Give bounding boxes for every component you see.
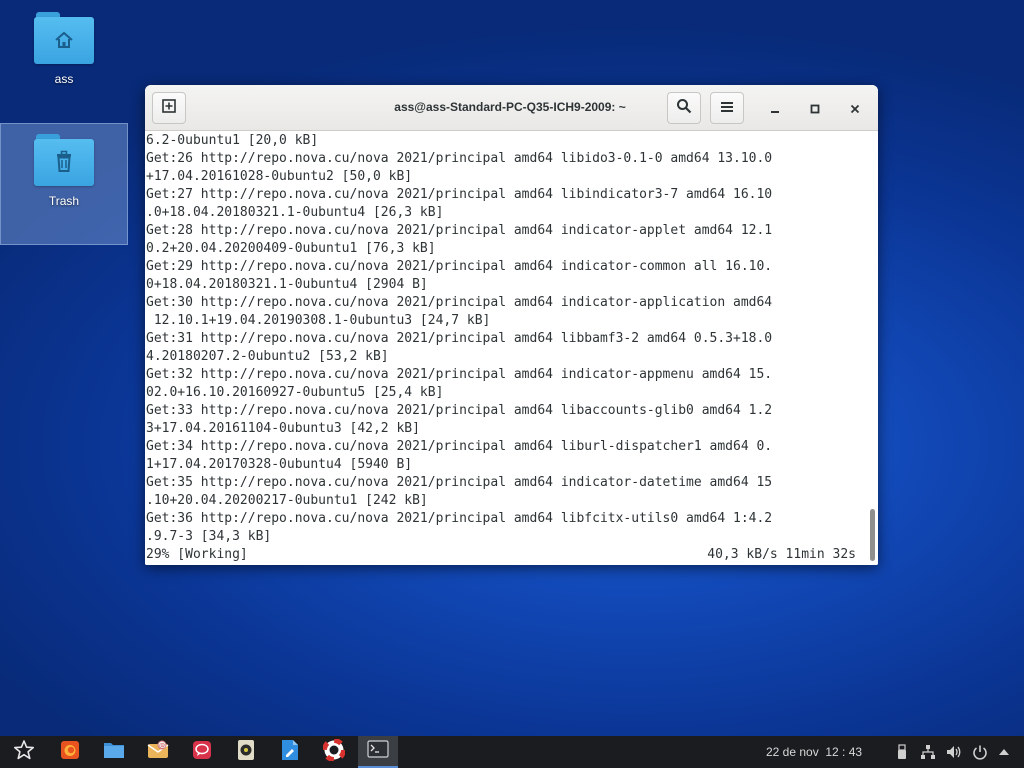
taskbar-mail[interactable]: @ (138, 736, 178, 768)
taskbar-text-editor[interactable] (270, 736, 310, 768)
new-tab-icon (161, 98, 177, 118)
terminal-line: Get:28 http://repo.nova.cu/nova 2021/pri… (146, 223, 773, 238)
terminal-line: Get:35 http://repo.nova.cu/nova 2021/pri… (146, 475, 773, 490)
new-tab-button[interactable] (152, 92, 186, 124)
chat-icon (192, 740, 212, 764)
home-folder-icon (34, 12, 94, 64)
terminal-line: 0+18.04.20180321.1-0ubuntu4 [2904 B] (146, 277, 428, 292)
taskbar-media-player[interactable] (226, 736, 266, 768)
terminal-line: Get:30 http://repo.nova.cu/nova 2021/pri… (146, 295, 773, 310)
search-button[interactable] (667, 92, 701, 124)
terminal-lines: 6.2-0ubuntu1 [20,0 kB] Get:26 http://repo… (145, 132, 867, 564)
desktop-icon-trash[interactable]: Trash (0, 123, 128, 245)
file-manager-icon (103, 740, 125, 764)
window-title: ass@ass-Standard-PC-Q35-ICH9-2009: ~ (394, 100, 626, 114)
terminal-line: 4.20180207.2-0ubuntu2 [53,2 kB] (146, 349, 389, 364)
terminal-line: Get:27 http://repo.nova.cu/nova 2021/pri… (146, 187, 773, 202)
maximize-button[interactable] (805, 98, 825, 118)
terminal-scrollbar[interactable] (868, 131, 876, 565)
usb-icon[interactable] (894, 744, 910, 760)
terminal-line: 02.0+16.10.20160927-0ubuntu5 [25,4 kB] (146, 385, 444, 400)
window-titlebar[interactable]: ass@ass-Standard-PC-Q35-ICH9-2009: ~ (145, 85, 878, 131)
taskbar-file-manager[interactable] (94, 736, 134, 768)
terminal-status-line: 29% [Working] 40,3 kB/s 11min 32s (145, 546, 867, 564)
terminal-line: 6.2-0ubuntu1 [20,0 kB] (146, 133, 319, 148)
download-speed-eta: 40,3 kB/s 11min 32s (707, 547, 856, 562)
text-editor-icon (281, 739, 299, 765)
close-button[interactable] (845, 98, 865, 118)
terminal-line: .9.7-3 [34,3 kB] (146, 529, 272, 544)
minimize-button[interactable] (765, 98, 785, 118)
terminal-line: Get:31 http://repo.nova.cu/nova 2021/pri… (146, 331, 773, 346)
svg-text:@: @ (159, 743, 165, 750)
terminal-line: +17.04.20161028-0ubuntu2 [50,0 kB] (146, 169, 413, 184)
terminal-line: 12.10.1+19.04.20190308.1-0ubuntu3 [24,7 … (146, 313, 491, 328)
app-menu-button[interactable] (4, 736, 44, 768)
terminal-line: 3+17.04.20161104-0ubuntu3 [42,2 kB] (146, 421, 420, 436)
taskbar-help[interactable] (314, 736, 354, 768)
terminal-icon (367, 740, 389, 762)
trash-icon (34, 134, 94, 186)
search-icon (676, 98, 692, 118)
terminal-line: 1+17.04.20170328-0ubuntu4 [5940 B] (146, 457, 413, 472)
terminal-line: Get:34 http://repo.nova.cu/nova 2021/pri… (146, 439, 773, 454)
progress-status: 29% [Working] (146, 547, 248, 562)
terminal-line: Get:32 http://repo.nova.cu/nova 2021/pri… (146, 367, 773, 382)
menu-icon (720, 99, 734, 118)
minimize-icon (770, 99, 780, 118)
power-icon[interactable] (972, 744, 988, 760)
taskbar-clock[interactable]: 22 de nov 12 : 43 (766, 736, 862, 768)
terminal-line: Get:33 http://repo.nova.cu/nova 2021/pri… (146, 403, 773, 418)
maximize-icon (810, 99, 820, 118)
taskbar-firefox[interactable] (50, 736, 90, 768)
terminal-line: Get:36 http://repo.nova.cu/nova 2021/pri… (146, 511, 773, 526)
terminal-line: Get:29 http://repo.nova.cu/nova 2021/pri… (146, 259, 773, 274)
terminal-line: Get:26 http://repo.nova.cu/nova 2021/pri… (146, 151, 773, 166)
close-icon (850, 99, 860, 118)
desktop-icon-label: ass (54, 72, 74, 86)
network-icon[interactable] (920, 744, 936, 760)
mail-icon: @ (147, 740, 169, 764)
terminal-window[interactable]: ass@ass-Standard-PC-Q35-ICH9-2009: ~ 6.2… (145, 85, 878, 565)
desktop-icon-home[interactable]: ass (0, 6, 128, 118)
terminal-line: 0.2+20.04.20200409-0ubuntu1 [76,3 kB] (146, 241, 436, 256)
help-lifebuoy-icon (322, 738, 346, 765)
taskbar-chat[interactable] (182, 736, 222, 768)
firefox-icon (60, 740, 80, 764)
media-player-icon (237, 739, 255, 765)
tray-expand-icon[interactable] (996, 744, 1012, 760)
desktop-icon-label: Trash (48, 194, 80, 208)
terminal-line: .10+20.04.20200217-0ubuntu1 [242 kB] (146, 493, 428, 508)
app-menu-star-icon (13, 739, 35, 765)
scrollbar-thumb[interactable] (870, 509, 875, 561)
terminal-line: .0+18.04.20180321.1-0ubuntu4 [26,3 kB] (146, 205, 444, 220)
menu-button[interactable] (710, 92, 744, 124)
taskbar: @ 22 de nov 12: 43 (0, 736, 1024, 768)
taskbar-terminal[interactable] (358, 736, 398, 768)
volume-icon[interactable] (946, 744, 962, 760)
terminal-output[interactable]: 6.2-0ubuntu1 [20,0 kB] Get:26 http://repo… (145, 131, 878, 565)
